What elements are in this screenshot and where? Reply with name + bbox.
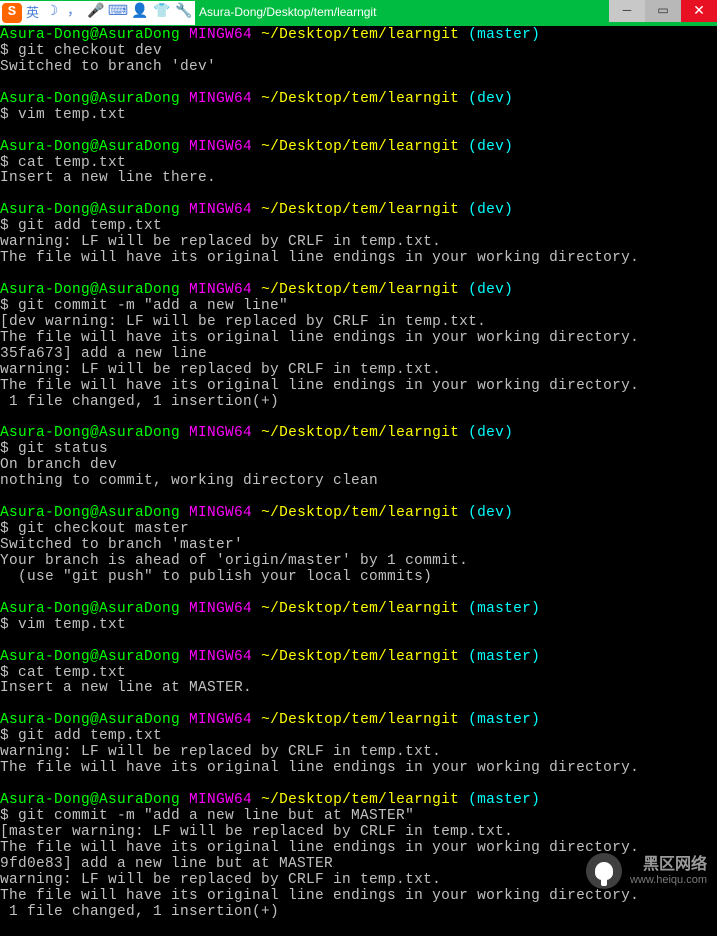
watermark-logo-icon (586, 853, 622, 889)
output-line: nothing to commit, working directory cle… (0, 474, 717, 490)
wrench-icon[interactable]: 🔧 (175, 4, 193, 22)
prompt-line: Asura-Dong@AsuraDong MINGW64 ~/Desktop/t… (0, 650, 717, 666)
prompt-line: Asura-Dong@AsuraDong MINGW64 ~/Desktop/t… (0, 793, 717, 809)
output-line: 1 file changed, 1 insertion(+) (0, 905, 717, 921)
blank-line (0, 697, 717, 713)
blank-line (0, 921, 717, 936)
prompt-line: Asura-Dong@AsuraDong MINGW64 ~/Desktop/t… (0, 713, 717, 729)
prompt-line: Asura-Dong@AsuraDong MINGW64 ~/Desktop/t… (0, 602, 717, 618)
blank-line (0, 187, 717, 203)
output-line: The file will have its original line end… (0, 251, 717, 267)
watermark-url: www.heiqu.com (630, 874, 707, 886)
window-controls: ─ ▭ ✕ (609, 0, 717, 22)
output-line: (use "git push" to publish your local co… (0, 570, 717, 586)
output-line: warning: LF will be replaced by CRLF in … (0, 745, 717, 761)
ime-logo-icon[interactable]: S (2, 3, 22, 23)
output-line: 1 file changed, 1 insertion(+) (0, 395, 717, 411)
output-line: The file will have its original line end… (0, 889, 717, 905)
output-line: [dev warning: LF will be replaced by CRL… (0, 315, 717, 331)
window-title: Asura-Dong/Desktop/tem/learngit (199, 6, 376, 19)
watermark-title: 黑区网络 (630, 856, 707, 874)
output-line: The file will have its original line end… (0, 761, 717, 777)
command-line: $ git checkout master (0, 522, 717, 538)
blank-line (0, 777, 717, 793)
output-line: The file will have its original line end… (0, 379, 717, 395)
command-line: $ git status (0, 442, 717, 458)
output-line: Insert a new line there. (0, 171, 717, 187)
blank-line (0, 411, 717, 427)
blank-line (0, 586, 717, 602)
keyboard-icon[interactable]: ⌨ (109, 4, 127, 22)
output-line: Switched to branch 'master' (0, 538, 717, 554)
microphone-icon[interactable]: 🎤 (87, 4, 105, 22)
command-line: $ git checkout dev (0, 44, 717, 60)
terminal-output[interactable]: Asura-Dong@AsuraDong MINGW64 ~/Desktop/t… (0, 26, 717, 936)
blank-line (0, 124, 717, 140)
command-line: $ vim temp.txt (0, 108, 717, 124)
prompt-line: Asura-Dong@AsuraDong MINGW64 ~/Desktop/t… (0, 92, 717, 108)
command-line: $ vim temp.txt (0, 618, 717, 634)
blank-line (0, 267, 717, 283)
output-line: 35fa673] add a new line (0, 347, 717, 363)
output-line: On branch dev (0, 458, 717, 474)
output-line: [master warning: LF will be replaced by … (0, 825, 717, 841)
close-button[interactable]: ✕ (681, 0, 717, 22)
command-line: $ git commit -m "add a new line" (0, 299, 717, 315)
output-line: Insert a new line at MASTER. (0, 681, 717, 697)
watermark: 黑区网络 www.heiqu.com (586, 853, 707, 889)
moon-icon[interactable]: ☽ (43, 4, 61, 22)
prompt-line: Asura-Dong@AsuraDong MINGW64 ~/Desktop/t… (0, 283, 717, 299)
prompt-line: Asura-Dong@AsuraDong MINGW64 ~/Desktop/t… (0, 426, 717, 442)
command-line: $ git add temp.txt (0, 729, 717, 745)
output-line: Your branch is ahead of 'origin/master' … (0, 554, 717, 570)
maximize-button[interactable]: ▭ (645, 0, 681, 22)
ime-language[interactable]: 英 (26, 6, 39, 20)
prompt-line: Asura-Dong@AsuraDong MINGW64 ~/Desktop/t… (0, 28, 717, 44)
ime-toolbar[interactable]: S 英 ☽ ， 🎤 ⌨ 👤 👕 🔧 (0, 1, 195, 25)
command-line: $ cat temp.txt (0, 666, 717, 682)
blank-line (0, 634, 717, 650)
comma-icon[interactable]: ， (65, 4, 83, 22)
prompt-line: Asura-Dong@AsuraDong MINGW64 ~/Desktop/t… (0, 203, 717, 219)
output-line: Switched to branch 'dev' (0, 60, 717, 76)
blank-line (0, 490, 717, 506)
command-line: $ git commit -m "add a new line but at M… (0, 809, 717, 825)
output-line: warning: LF will be replaced by CRLF in … (0, 235, 717, 251)
prompt-line: Asura-Dong@AsuraDong MINGW64 ~/Desktop/t… (0, 506, 717, 522)
output-line: The file will have its original line end… (0, 331, 717, 347)
command-line: $ git add temp.txt (0, 219, 717, 235)
prompt-line: Asura-Dong@AsuraDong MINGW64 ~/Desktop/t… (0, 140, 717, 156)
person-icon[interactable]: 👤 (131, 4, 149, 22)
output-line: warning: LF will be replaced by CRLF in … (0, 363, 717, 379)
blank-line (0, 76, 717, 92)
window-titlebar: S 英 ☽ ， 🎤 ⌨ 👤 👕 🔧 Asura-Dong/Desktop/tem… (0, 0, 717, 26)
command-line: $ cat temp.txt (0, 156, 717, 172)
minimize-button[interactable]: ─ (609, 0, 645, 22)
shirt-icon[interactable]: 👕 (153, 4, 171, 22)
